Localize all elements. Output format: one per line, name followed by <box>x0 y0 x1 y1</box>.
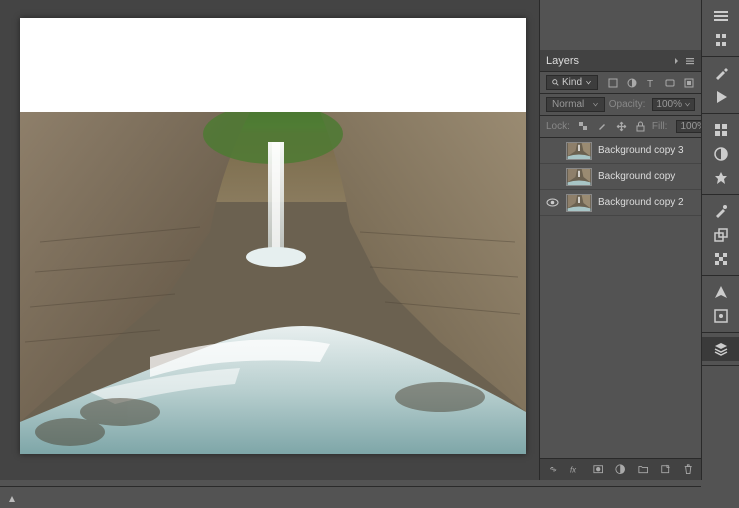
adjustment-icon[interactable] <box>702 142 739 166</box>
chevron-down-icon <box>684 101 691 108</box>
filter-shape-icon[interactable] <box>664 77 676 89</box>
filter-type-icon[interactable]: T <box>645 77 657 89</box>
filter-adjust-icon[interactable] <box>626 77 638 89</box>
document[interactable] <box>20 18 526 454</box>
mask-icon[interactable] <box>593 464 603 476</box>
svg-text:T: T <box>647 79 653 89</box>
layer-thumbnail[interactable] <box>566 142 592 160</box>
layer-thumbnail[interactable] <box>566 168 592 186</box>
scroll-arrow-icon[interactable] <box>8 490 14 498</box>
filter-kind-dropdown[interactable]: Kind <box>546 75 598 90</box>
pattern-icon[interactable] <box>702 247 739 271</box>
lock-transparent-icon[interactable] <box>578 121 589 132</box>
canvas-area[interactable] <box>0 0 540 480</box>
layers-icon[interactable] <box>702 337 739 361</box>
filter-kind-label: Kind <box>562 77 582 88</box>
right-toolbar <box>701 0 739 480</box>
lock-row: Lock: Fill: 100% <box>540 116 701 138</box>
document-image <box>20 112 526 454</box>
visibility-toggle[interactable] <box>544 143 560 159</box>
layer-list: Background copy 3 Background copy Backgrou… <box>540 138 701 216</box>
visibility-toggle[interactable] <box>544 195 560 211</box>
fx-icon[interactable]: fx <box>570 464 580 476</box>
layer-row[interactable]: Background copy <box>540 164 701 190</box>
panel-footer: fx <box>540 458 701 480</box>
svg-text:fx: fx <box>570 465 577 474</box>
blend-mode-dropdown[interactable]: Normal <box>546 97 605 112</box>
opacity-label: Opacity: <box>609 99 646 110</box>
panel-header: Layers <box>540 50 701 72</box>
tools-icon[interactable] <box>702 61 739 85</box>
styles-icon[interactable] <box>702 166 739 190</box>
play-icon[interactable] <box>702 85 739 109</box>
panel-flyout-icon[interactable] <box>669 56 679 66</box>
link-layers-icon[interactable] <box>548 464 558 476</box>
layers-panel: Layers Kind T Normal <box>540 50 701 480</box>
history-icon[interactable] <box>702 4 739 28</box>
new-group-icon[interactable] <box>638 464 648 476</box>
lock-all-icon[interactable] <box>635 121 646 132</box>
lock-move-icon[interactable] <box>616 121 627 132</box>
clone-icon[interactable] <box>702 223 739 247</box>
horizontal-scrollbar[interactable] <box>0 486 701 500</box>
layer-name: Background copy <box>598 171 675 182</box>
info-icon[interactable] <box>702 304 739 328</box>
opacity-input[interactable]: 100% <box>652 98 695 111</box>
opacity-value: 100% <box>656 99 682 110</box>
navigator-icon[interactable] <box>702 280 739 304</box>
layer-row[interactable]: Background copy 2 <box>540 190 701 216</box>
blend-row: Normal Opacity: 100% <box>540 94 701 116</box>
chevron-down-icon <box>592 101 599 108</box>
delete-layer-icon[interactable] <box>683 464 693 476</box>
lock-label: Lock: <box>546 121 570 132</box>
panel-menu-icon[interactable] <box>685 56 695 66</box>
search-icon <box>552 79 559 86</box>
layer-filter-row: Kind T <box>540 72 701 94</box>
lock-paint-icon[interactable] <box>597 121 608 132</box>
new-adjustment-icon[interactable] <box>615 464 625 476</box>
layer-row[interactable]: Background copy 3 <box>540 138 701 164</box>
chevron-down-icon <box>585 79 592 86</box>
fill-label: Fill: <box>652 121 668 132</box>
new-layer-icon[interactable] <box>660 464 670 476</box>
layer-thumbnail[interactable] <box>566 194 592 212</box>
swatches-icon[interactable] <box>702 118 739 142</box>
layer-name: Background copy 3 <box>598 145 684 156</box>
visibility-toggle[interactable] <box>544 169 560 185</box>
blend-mode-label: Normal <box>552 99 584 110</box>
layer-name: Background copy 2 <box>598 197 684 208</box>
layers-tab[interactable]: Layers <box>546 55 579 67</box>
filter-smart-icon[interactable] <box>683 77 695 89</box>
actions-icon[interactable] <box>702 28 739 52</box>
workspace: Layers Kind T Normal <box>0 0 701 480</box>
brush-icon[interactable] <box>702 199 739 223</box>
filter-pixel-icon[interactable] <box>607 77 619 89</box>
